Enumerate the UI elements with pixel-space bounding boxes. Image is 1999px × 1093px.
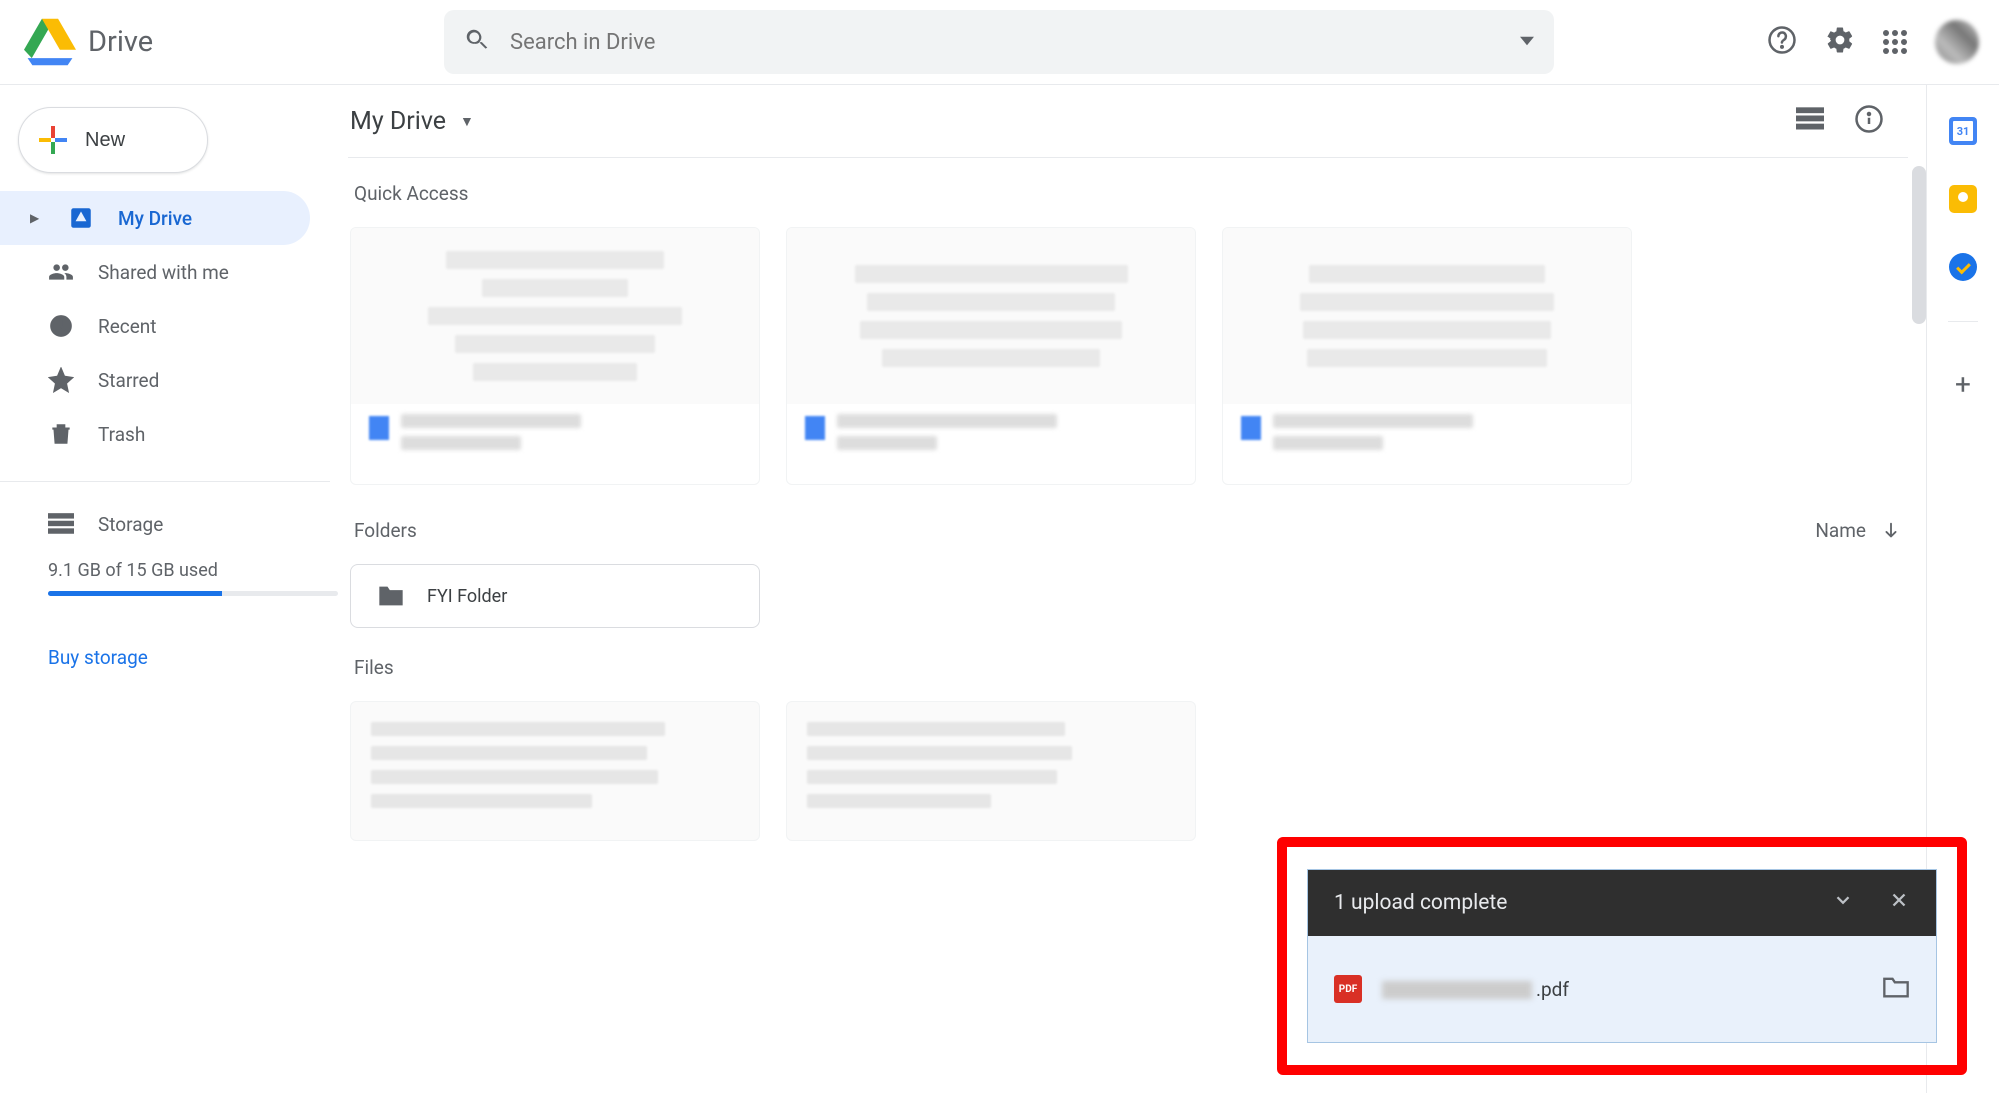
- app-header: Drive: [0, 0, 1999, 85]
- docs-icon: [369, 416, 389, 440]
- add-addon-icon[interactable]: +: [1955, 368, 1971, 401]
- sidebar-item-trash[interactable]: Trash: [0, 407, 310, 461]
- drive-doc-icon: [68, 205, 94, 231]
- breadcrumb-label: My Drive: [350, 107, 446, 136]
- close-toast-icon[interactable]: [1888, 889, 1910, 917]
- clock-icon: [48, 313, 74, 339]
- sidebar-item-shared[interactable]: Shared with me: [0, 245, 310, 299]
- caret-down-icon: ▼: [460, 113, 474, 130]
- logo-area[interactable]: Drive: [24, 18, 324, 66]
- collapse-toast-icon[interactable]: [1832, 889, 1854, 917]
- info-icon[interactable]: [1854, 104, 1884, 138]
- quick-access-card[interactable]: [786, 227, 1196, 485]
- doc-thumbnail: [1223, 228, 1631, 404]
- sidebar-item-label: Recent: [98, 315, 157, 338]
- doc-thumbnail: [787, 228, 1195, 404]
- calendar-app-icon[interactable]: [1949, 117, 1977, 145]
- sort-toggle[interactable]: Name: [1815, 519, 1902, 542]
- docs-icon: [805, 416, 825, 440]
- files-heading: Files: [354, 656, 1902, 679]
- arrow-down-icon: [1880, 520, 1902, 542]
- doc-thumbnail: [351, 228, 759, 404]
- sidebar-item-my-drive[interactable]: ▶ My Drive: [0, 191, 310, 245]
- uploaded-filename: .pdf: [1382, 978, 1569, 1001]
- search-options-icon[interactable]: [1520, 33, 1534, 52]
- search-input[interactable]: [510, 30, 1520, 55]
- folder-card[interactable]: FYI Folder: [350, 564, 760, 628]
- sidebar-item-label: My Drive: [118, 207, 192, 230]
- star-icon: [48, 367, 74, 393]
- breadcrumb[interactable]: My Drive ▼: [350, 107, 474, 136]
- trash-icon: [48, 421, 74, 447]
- pdf-icon: PDF: [1334, 975, 1362, 1003]
- new-button[interactable]: New: [18, 107, 208, 173]
- sidebar-item-label: Shared with me: [98, 261, 229, 284]
- plus-icon: [39, 126, 67, 154]
- scrollbar-thumb[interactable]: [1912, 166, 1926, 324]
- search-icon: [464, 27, 490, 57]
- quick-access-card[interactable]: [350, 227, 760, 485]
- folders-heading: Folders: [354, 519, 417, 542]
- search-bar[interactable]: [444, 10, 1554, 74]
- annotation-highlight: 1 upload complete PDF .pdf: [1277, 837, 1967, 1075]
- quick-access-heading: Quick Access: [354, 182, 1902, 205]
- sidebar-item-recent[interactable]: Recent: [0, 299, 310, 353]
- docs-icon: [1241, 416, 1261, 440]
- list-view-icon[interactable]: [1796, 107, 1824, 135]
- sidebar-item-label: Trash: [98, 423, 145, 446]
- storage-usage-text: 9.1 GB of 15 GB used: [48, 560, 300, 581]
- sidebar: New ▶ My Drive Shared with me Recent Sta…: [0, 85, 330, 1093]
- people-icon: [48, 259, 74, 285]
- tasks-app-icon[interactable]: [1949, 253, 1977, 281]
- storage-progress-bar: [48, 591, 338, 596]
- sidebar-item-starred[interactable]: Starred: [0, 353, 310, 407]
- upload-file-row[interactable]: PDF .pdf: [1308, 936, 1936, 1042]
- expand-caret-icon[interactable]: ▶: [30, 211, 44, 225]
- upload-toast: 1 upload complete PDF .pdf: [1307, 869, 1937, 1043]
- sidebar-item-storage[interactable]: Storage: [48, 502, 300, 546]
- drive-logo-icon: [24, 18, 76, 66]
- sidepanel-divider: [1948, 321, 1978, 322]
- file-card[interactable]: [350, 701, 760, 841]
- upload-toast-title: 1 upload complete: [1334, 891, 1507, 915]
- new-button-label: New: [85, 129, 125, 152]
- account-avatar[interactable]: [1935, 20, 1979, 64]
- sidebar-item-label: Starred: [98, 369, 159, 392]
- sort-label: Name: [1815, 519, 1866, 542]
- app-name: Drive: [88, 25, 153, 59]
- folder-icon: [377, 584, 405, 608]
- buy-storage-link[interactable]: Buy storage: [48, 646, 300, 669]
- storage-icon: [48, 513, 74, 535]
- keep-app-icon[interactable]: [1949, 185, 1977, 213]
- folder-name: FYI Folder: [427, 586, 507, 607]
- help-icon[interactable]: [1767, 25, 1797, 59]
- settings-gear-icon[interactable]: [1825, 25, 1855, 59]
- storage-label: Storage: [98, 513, 163, 536]
- open-folder-icon[interactable]: [1882, 975, 1910, 1004]
- google-apps-icon[interactable]: [1883, 30, 1907, 54]
- quick-access-card[interactable]: [1222, 227, 1632, 485]
- file-card[interactable]: [786, 701, 1196, 841]
- sidebar-divider: [0, 481, 330, 482]
